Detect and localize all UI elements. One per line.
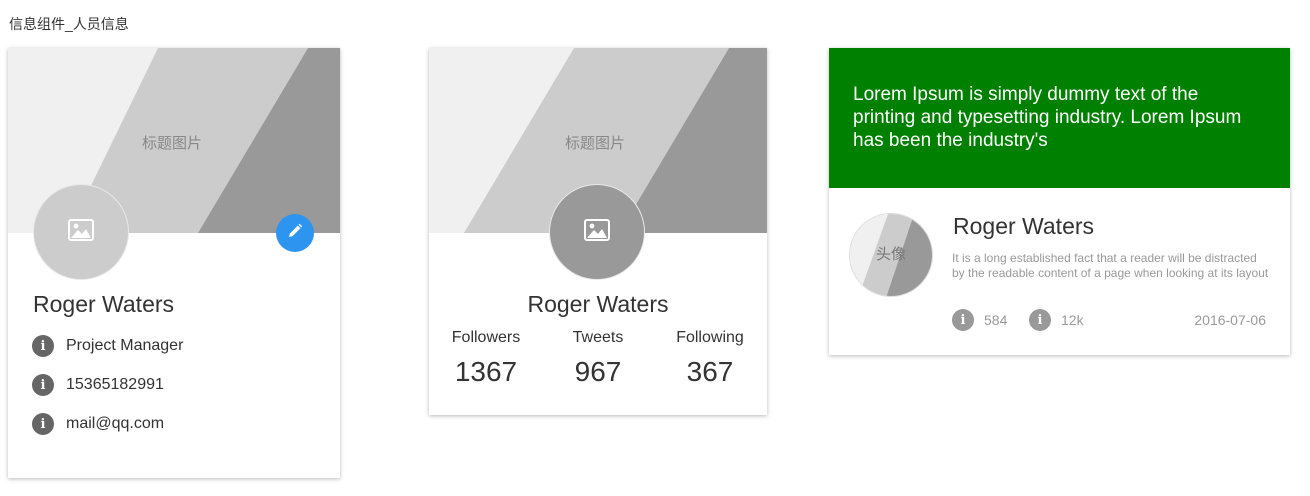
pencil-icon <box>287 223 303 244</box>
stat-tweets: Tweets 967 <box>543 328 653 388</box>
job-title: Project Manager <box>66 337 184 354</box>
stat-value: 367 <box>686 356 734 387</box>
person-name: Roger Waters <box>527 291 669 317</box>
stat-followers: Followers 1367 <box>431 328 541 388</box>
banner-label: 标题图片 <box>565 135 626 152</box>
stat-value: 967 <box>574 356 622 387</box>
meta-item: i 12k <box>1029 309 1084 331</box>
profile-card-post: Lorem Ipsum is simply dummy text of the … <box>829 48 1290 355</box>
post-date: 2016-07-06 <box>1194 312 1266 328</box>
avatar-label: 头像 <box>875 246 906 263</box>
info-icon: i <box>952 309 974 331</box>
stat-following: Following 367 <box>655 328 765 388</box>
info-row-title: i Project Manager <box>32 334 183 358</box>
person-description: It is a long established fact that a rea… <box>952 251 1269 280</box>
info-icon: i <box>1029 309 1051 331</box>
phone-number: 15365182991 <box>66 376 164 393</box>
person-name: Roger Waters <box>33 291 175 317</box>
image-icon <box>584 218 610 246</box>
meta-item: i 584 <box>952 309 1007 331</box>
avatar: 头像 <box>849 213 933 297</box>
stat-label: Followers <box>451 329 521 346</box>
header-text: Lorem Ipsum is simply dummy text of the … <box>853 84 1242 151</box>
avatar <box>33 184 129 280</box>
info-icon: i <box>32 335 54 357</box>
info-icon: i <box>32 413 54 435</box>
meta-value: 12k <box>1061 312 1084 328</box>
profile-card-stats: 标题图片 Roger Waters Followers 1367 Tweets … <box>429 48 767 415</box>
info-row-email: i mail@qq.com <box>32 412 164 436</box>
stat-label: Following <box>676 329 744 346</box>
banner-label: 标题图片 <box>142 135 203 152</box>
image-icon <box>68 218 94 246</box>
page-title: 信息组件_人员信息 <box>9 16 129 32</box>
profile-card-editable: 标题图片 Roger Waters i Project Manager i 15… <box>8 48 340 478</box>
edit-button[interactable] <box>276 214 314 252</box>
meta-value: 584 <box>984 312 1008 328</box>
email-address: mail@qq.com <box>66 415 165 432</box>
card-header: Lorem Ipsum is simply dummy text of the … <box>829 48 1290 188</box>
info-row-phone: i 15365182991 <box>32 373 164 397</box>
stat-value: 1367 <box>454 356 518 387</box>
avatar <box>549 184 645 280</box>
person-name: Roger Waters <box>953 213 1095 239</box>
info-icon: i <box>32 374 54 396</box>
stat-label: Tweets <box>572 329 624 346</box>
